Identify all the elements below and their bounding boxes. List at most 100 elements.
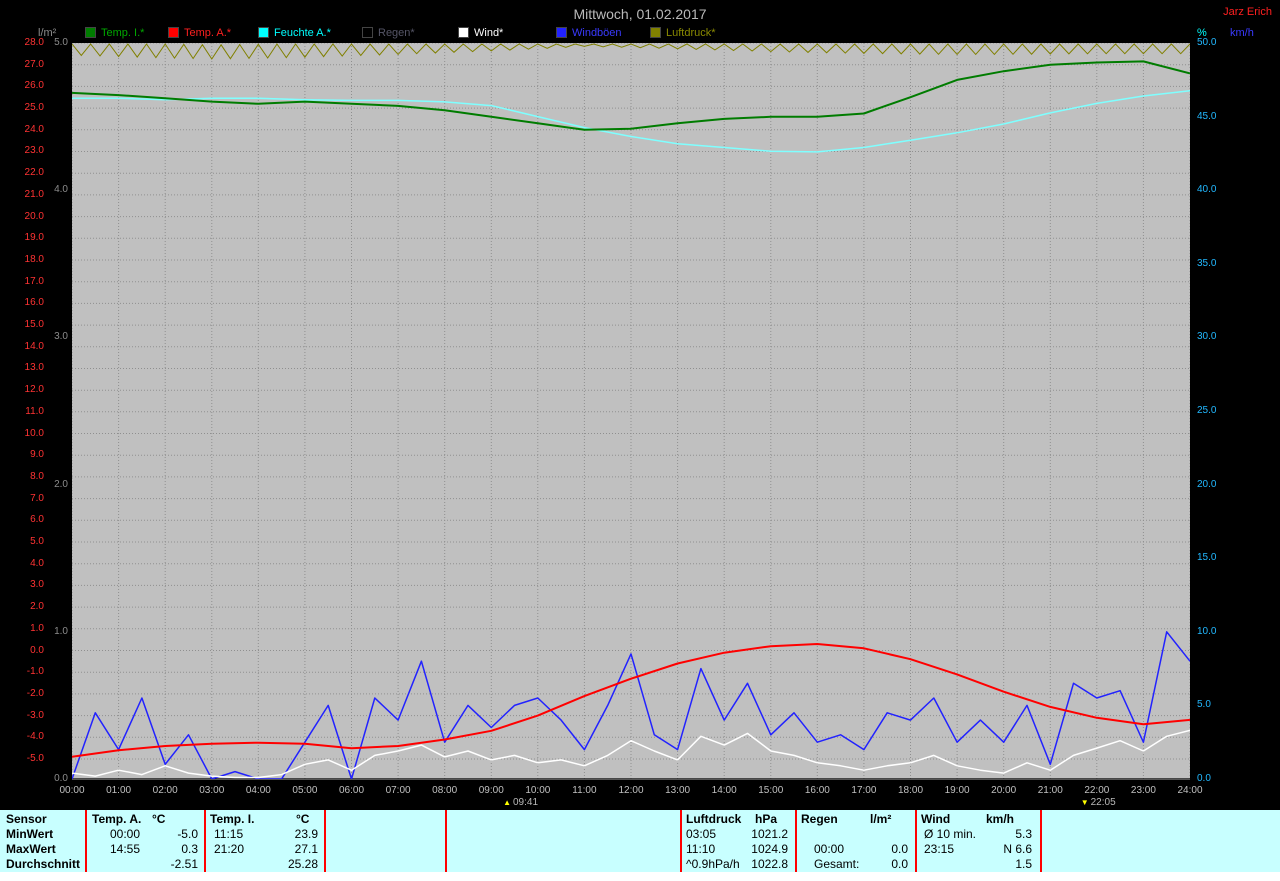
y-axis-temp-label: 20.0: [4, 211, 44, 222]
y-axis-temp-label: 18.0: [4, 254, 44, 265]
legend-swatch-icon: [258, 27, 269, 38]
stats-value: 5.3: [942, 827, 1032, 841]
stats-row-header: MinWert: [6, 827, 53, 841]
y-axis-wind-label: 45.0: [1197, 111, 1237, 122]
y-axis-temp-label: 1.0: [4, 623, 44, 634]
y-axis-temp-label: 25.0: [4, 102, 44, 113]
stats-value: 27.1: [228, 842, 318, 856]
stats-value: 1021.2: [698, 827, 788, 841]
stats-col-name: Luftdruck: [686, 812, 741, 826]
y-axis-temp-label: 14.0: [4, 341, 44, 352]
legend-item-6: Luftdruck*: [650, 27, 716, 40]
y-axis-temp-label: 9.0: [4, 449, 44, 460]
stats-column-separator: [1040, 810, 1042, 872]
y-axis-temp-label: 15.0: [4, 319, 44, 330]
stats-table: SensorMinWertMaxWertDurchschnittTemp. A.…: [0, 810, 1280, 872]
legend-label: Windböen: [572, 27, 622, 39]
x-axis-label: 16:00: [794, 785, 840, 796]
marker-arrow-icon: ▼: [1081, 798, 1089, 807]
y-axis-wind-label: 30.0: [1197, 331, 1237, 342]
legend-label: Regen*: [378, 27, 415, 39]
y-axis-temp-label: 11.0: [4, 406, 44, 417]
x-axis-label: 06:00: [329, 785, 375, 796]
stats-column-separator: [680, 810, 682, 872]
stats-value: 1024.9: [698, 842, 788, 856]
marker-arrow-icon: ▲: [503, 798, 511, 807]
legend-label: Feuchte A.*: [274, 27, 331, 39]
x-axis-label: 09:00: [468, 785, 514, 796]
stats-col-name: Temp. I.: [210, 812, 254, 826]
y-axis-temp-label: 10.0: [4, 428, 44, 439]
legend-label: Temp. A.*: [184, 27, 231, 39]
x-axis-label: 17:00: [841, 785, 887, 796]
legend-label: Temp. I.*: [101, 27, 144, 39]
y-axis-temp-label: 3.0: [4, 579, 44, 590]
x-axis-label: 07:00: [375, 785, 421, 796]
stats-column-separator: [915, 810, 917, 872]
stats-value: -2.51: [108, 857, 198, 871]
stats-col-unit: °C: [152, 812, 165, 826]
y-axis-wind-label: 35.0: [1197, 258, 1237, 269]
weather-station-window: Mittwoch, 01.02.2017 Jarz Erich °C l/m² …: [0, 0, 1280, 881]
x-axis-label: 24:00: [1167, 785, 1213, 796]
x-axis-label: 10:00: [515, 785, 561, 796]
stats-column-separator: [204, 810, 206, 872]
y-axis-temp-label: 23.0: [4, 145, 44, 156]
stats-value: 25.28: [228, 857, 318, 871]
y-axis-temp-label: 13.0: [4, 362, 44, 373]
y-axis-wind-label: 50.0: [1197, 37, 1237, 48]
y-axis-temp-label: -5.0: [4, 753, 44, 764]
legend-label: Luftdruck*: [666, 27, 716, 39]
y-axis-temp-label: 26.0: [4, 80, 44, 91]
time-marker-1: ▼22:05: [1081, 797, 1116, 808]
y-axis-temp-label: -3.0: [4, 710, 44, 721]
stats-row-header: Durchschnitt: [6, 857, 80, 871]
stats-col-unit: hPa: [755, 812, 777, 826]
y-axis-temp-label: 7.0: [4, 493, 44, 504]
y-axis-temp-label: 16.0: [4, 297, 44, 308]
series-line-windböen: [72, 632, 1190, 779]
y-axis-rain-label: 3.0: [46, 331, 68, 342]
stats-column-separator: [445, 810, 447, 872]
stats-column-separator: [85, 810, 87, 872]
y-axis-temp-label: 0.0: [4, 645, 44, 656]
page-title: Mittwoch, 01.02.2017: [0, 6, 1280, 22]
legend-swatch-icon: [650, 27, 661, 38]
marker-time: 09:41: [513, 797, 538, 808]
y-axis-temp-label: 21.0: [4, 189, 44, 200]
stats-value: -5.0: [108, 827, 198, 841]
stats-corner-header: Sensor: [6, 812, 47, 826]
x-axis-label: 11:00: [561, 785, 607, 796]
stats-value: N 6.6: [942, 842, 1032, 856]
stats-column-separator: [795, 810, 797, 872]
x-axis-label: 12:00: [608, 785, 654, 796]
y-axis-temp-label: -4.0: [4, 731, 44, 742]
y-axis-temp-label: 6.0: [4, 514, 44, 525]
x-axis-label: 18:00: [888, 785, 934, 796]
bottom-strip: [0, 872, 1280, 881]
y-axis-rain-label: 1.0: [46, 626, 68, 637]
y-axis-temp-label: 17.0: [4, 276, 44, 287]
stats-value: 23.9: [228, 827, 318, 841]
legend-label: Wind*: [474, 27, 503, 39]
y-axis-rain-label: 4.0: [46, 184, 68, 195]
stats-value: 1.5: [942, 857, 1032, 871]
chart-plot-area: [72, 43, 1190, 780]
x-axis-label: 00:00: [49, 785, 95, 796]
time-marker-0: ▲09:41: [503, 797, 538, 808]
x-axis-label: 20:00: [981, 785, 1027, 796]
y-axis-rain-label: 2.0: [46, 479, 68, 490]
y-axis-wind-label: 20.0: [1197, 479, 1237, 490]
legend-item-3: Regen*: [362, 27, 415, 40]
y-axis-temp-label: 28.0: [4, 37, 44, 48]
y-axis-wind-label: 10.0: [1197, 626, 1237, 637]
y-axis-temp-label: 4.0: [4, 558, 44, 569]
x-axis-label: 23:00: [1120, 785, 1166, 796]
y-axis-temp-label: 2.0: [4, 601, 44, 612]
legend-item-0: Temp. I.*: [85, 27, 144, 40]
y-axis-temp-label: 24.0: [4, 124, 44, 135]
stats-col-name: Wind: [921, 812, 950, 826]
y-axis-wind-label: 25.0: [1197, 405, 1237, 416]
y-axis-temp-label: 5.0: [4, 536, 44, 547]
y-axis-temp-label: 27.0: [4, 59, 44, 70]
